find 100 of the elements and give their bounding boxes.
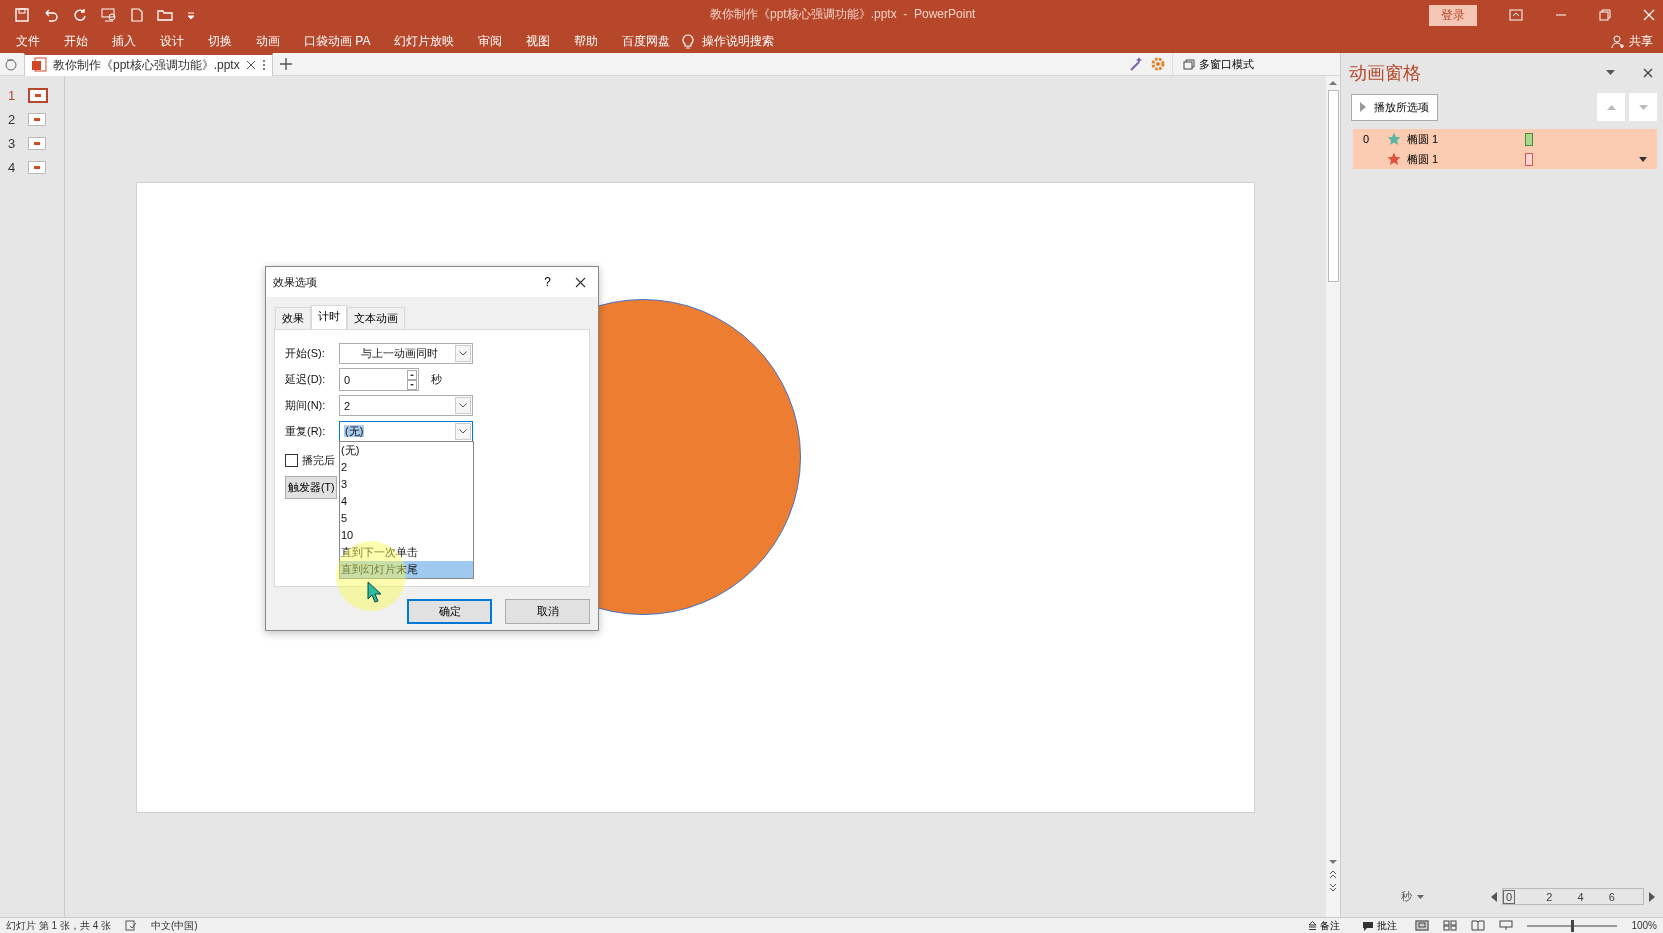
animation-name: 椭圆 1 (1407, 151, 1440, 167)
close-icon[interactable] (575, 276, 586, 288)
play-icon (1360, 102, 1366, 112)
folder-icon[interactable] (157, 8, 173, 22)
slide-count: 幻灯片 第 1 张，共 4 张 (6, 918, 111, 933)
ribbon-tab[interactable]: 插入 (100, 30, 148, 53)
ribbon-tab[interactable]: 开始 (52, 30, 100, 53)
ribbon-tab[interactable]: 文件 (4, 30, 52, 53)
dropdown-option[interactable]: (无) (340, 442, 473, 459)
spinner-field[interactable]: 0 (339, 368, 419, 391)
star-icon (1387, 152, 1401, 166)
slide-thumbnail[interactable] (28, 137, 46, 150)
animation-item[interactable]: 0 椭圆 1 (1353, 129, 1657, 149)
grid-view-icon[interactable] (1443, 920, 1458, 931)
reading-view-icon[interactable] (1471, 920, 1486, 931)
timeline-tick: 0 (1503, 889, 1516, 904)
zoom-slider-thumb[interactable] (1570, 919, 1574, 932)
close-icon[interactable] (245, 60, 256, 70)
save-icon[interactable] (15, 8, 29, 22)
ribbon-tab[interactable]: 设计 (148, 30, 196, 53)
slide-thumbnail[interactable] (28, 113, 46, 126)
caret-icon[interactable] (1417, 894, 1424, 899)
dropdown-option[interactable]: 10 (340, 527, 473, 544)
dialog-tab[interactable]: 文本动画 (347, 307, 405, 329)
restore-icon[interactable] (1599, 9, 1611, 21)
normal-view-icon[interactable] (1415, 920, 1430, 931)
next-slide-icon[interactable] (1329, 883, 1337, 893)
login-button[interactable]: 登录 (1429, 4, 1477, 26)
ribbon-tab[interactable]: 审阅 (466, 30, 515, 53)
document-list-icon[interactable] (4, 57, 18, 71)
scroll-up-icon[interactable] (1329, 80, 1337, 86)
dialog-button[interactable]: 取消 (505, 599, 590, 624)
add-icon[interactable] (278, 57, 293, 71)
timeline-tick: 4 (1577, 890, 1584, 903)
dialog-button[interactable]: 确定 (407, 599, 492, 624)
help-button[interactable]: ? (544, 275, 551, 289)
dialog-tab[interactable]: 效果 (275, 307, 311, 329)
gear-icon[interactable] (1150, 56, 1166, 72)
ribbon-display-icon[interactable] (1509, 9, 1523, 21)
dropdown-option[interactable]: 4 (340, 493, 473, 510)
ribbon-tab[interactable]: 切换 (196, 30, 244, 53)
new-file-icon[interactable] (131, 8, 143, 22)
language-label[interactable]: 中文(中国) (151, 918, 198, 933)
notes-button[interactable]: 备注 (1304, 918, 1345, 933)
comments-button[interactable]: 批注 (1358, 918, 1402, 933)
magic-wand-icon[interactable] (1128, 56, 1144, 72)
dropdown-option[interactable]: 直到下一次单击 (340, 544, 473, 561)
dropdown-option[interactable]: 2 (340, 459, 473, 476)
slide-number: 2 (8, 112, 17, 127)
play-selected-button[interactable]: 播放所选项 (1351, 93, 1438, 121)
spin-arrows-icon[interactable] (407, 369, 417, 390)
dropdown-arrow-icon[interactable] (1606, 70, 1615, 76)
caret-down-icon (1638, 104, 1648, 110)
dropdown-field[interactable]: (无) (339, 421, 473, 442)
slide-thumbnail[interactable] (28, 161, 46, 174)
spellcheck-icon[interactable] (125, 920, 137, 931)
ribbon-tab[interactable]: 幻灯片放映 (382, 30, 467, 53)
ribbon-tab[interactable]: 百度网盘 (610, 30, 683, 53)
time-unit-dropdown[interactable]: 秒 (1401, 889, 1412, 904)
scroll-down-icon[interactable] (1329, 859, 1337, 865)
window-title: 教你制作《ppt核心强调功能》.pptx - PowerPoint (710, 6, 976, 23)
redo-icon[interactable] (73, 8, 87, 22)
field-label: 重复(R): (285, 424, 327, 439)
document-tab[interactable]: 教你制作《ppt核心强调功能》.pptx (24, 52, 273, 76)
previous-slide-icon[interactable] (1329, 869, 1337, 879)
share-button[interactable]: 共享 (1625, 33, 1663, 50)
lightbulb-icon[interactable] (682, 33, 695, 50)
scrollbar-thumb[interactable] (1327, 90, 1339, 282)
tell-me-search[interactable]: 操作说明搜索 (702, 33, 775, 50)
presenter-icon[interactable] (101, 8, 117, 22)
checkbox-label: 播完后 (302, 453, 335, 468)
close-icon[interactable] (1643, 68, 1653, 78)
animation-item[interactable]: 椭圆 1 (1353, 149, 1657, 169)
checkbox[interactable] (285, 454, 298, 467)
slide-thumbnail[interactable] (28, 88, 48, 103)
undo-icon[interactable] (43, 8, 59, 22)
person-icon[interactable] (1611, 34, 1625, 49)
pane-title: 动画窗格 (1349, 62, 1421, 85)
slideshow-icon[interactable] (1499, 920, 1514, 931)
field-label: 期间(N): (285, 398, 327, 413)
star-icon (1387, 132, 1401, 146)
dropdown-arrow-icon[interactable] (1639, 156, 1647, 162)
ribbon-tab[interactable]: 动画 (244, 30, 292, 53)
dropdown-option[interactable]: 5 (340, 510, 473, 527)
ribbon-tab[interactable]: 口袋动画 PA (292, 30, 383, 53)
scroll-right-icon[interactable] (1649, 891, 1655, 902)
dropdown-field[interactable]: 与上一动画同时 (339, 343, 473, 364)
customize-icon[interactable] (187, 10, 195, 20)
scroll-left-icon[interactable] (1491, 891, 1497, 902)
dropdown-field[interactable]: 2 (339, 395, 473, 416)
zoom-level[interactable]: 100% (1631, 920, 1657, 931)
timeline-tick: 6 (1608, 890, 1615, 903)
ribbon-tab[interactable]: 帮助 (562, 30, 611, 53)
trigger-button[interactable]: 触发器(T) (285, 476, 337, 499)
more-icon[interactable] (261, 59, 266, 71)
dropdown-option[interactable]: 3 (340, 476, 473, 493)
timing-bar (1525, 132, 1533, 146)
dialog-tab[interactable]: 计时 (311, 305, 347, 329)
animation-name: 椭圆 1 (1407, 131, 1440, 147)
ribbon-tab[interactable]: 视图 (514, 30, 563, 53)
